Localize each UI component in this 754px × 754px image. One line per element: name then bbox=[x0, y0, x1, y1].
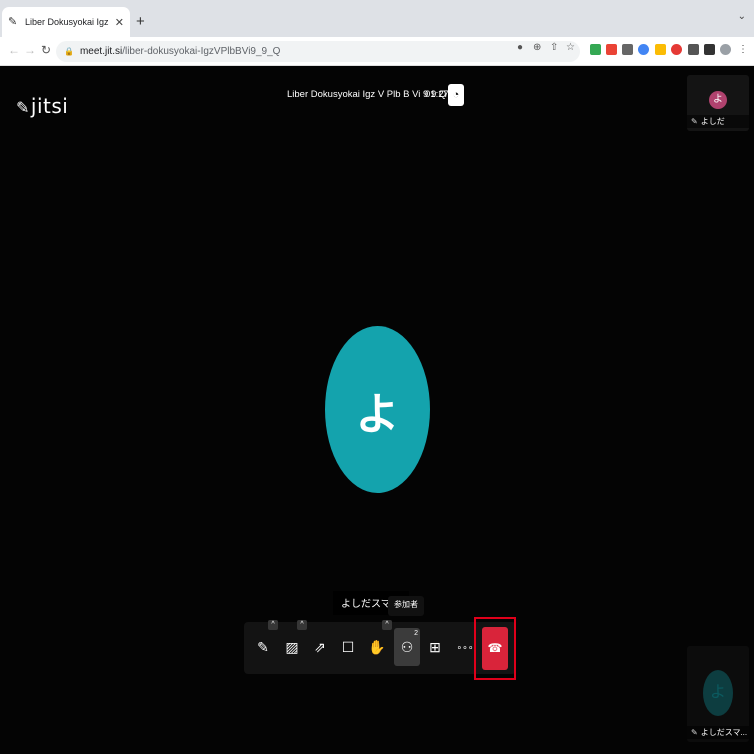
extension-icon[interactable] bbox=[590, 44, 601, 55]
share-icon[interactable]: ⇧ bbox=[550, 42, 558, 53]
extension-icon[interactable] bbox=[622, 44, 633, 55]
participants-button[interactable]: ⚇ 2 bbox=[394, 628, 420, 666]
meeting-timer: 01:27 bbox=[425, 89, 449, 100]
avatar: よ bbox=[709, 91, 727, 109]
new-tab-icon[interactable]: + bbox=[136, 13, 145, 30]
participant-name: よしだスマ... bbox=[700, 728, 748, 737]
extension-icon[interactable] bbox=[606, 44, 617, 55]
install-app-icon[interactable]: ⊕ bbox=[533, 42, 541, 53]
jitsi-logo-icon: ✎ bbox=[16, 98, 30, 117]
participants-tooltip: 参加者 bbox=[388, 596, 424, 616]
leave-meeting-button[interactable]: ☎ bbox=[482, 627, 508, 670]
tile-view-button[interactable]: ⊞ bbox=[422, 628, 448, 666]
forward-arrow-icon[interactable]: → bbox=[24, 43, 36, 57]
mic-muted-icon: ✎ bbox=[691, 728, 698, 737]
chat-icon: ☐ bbox=[341, 639, 355, 655]
tile-view-icon: ⊞ bbox=[429, 639, 441, 655]
profile-avatar[interactable] bbox=[720, 44, 731, 55]
tab-search-chevron-icon[interactable]: ⌄ bbox=[738, 11, 746, 22]
side-panel-icon[interactable] bbox=[704, 44, 715, 55]
chat-button[interactable]: ☐ bbox=[335, 628, 361, 666]
participant-name-label: ✎ よしだ bbox=[687, 115, 749, 128]
more-dots-icon: ∘∘∘ bbox=[456, 642, 474, 652]
extension-icon[interactable] bbox=[655, 44, 666, 55]
main-participant-avatar: よ bbox=[325, 326, 430, 493]
hangup-highlight-box: ☎ bbox=[474, 617, 516, 680]
hangup-phone-icon: ☎ bbox=[487, 641, 503, 655]
participants-icon: ⚇ bbox=[400, 639, 414, 655]
mic-muted-icon: ✎ bbox=[257, 639, 269, 655]
puzzle-extensions-icon[interactable] bbox=[688, 44, 699, 55]
screen-share-icon: ⇗ bbox=[314, 639, 326, 655]
video-settings-chevron-icon[interactable]: ^ bbox=[297, 620, 307, 630]
participants-count-badge: 2 bbox=[414, 630, 418, 637]
extension-icon[interactable] bbox=[671, 44, 682, 55]
screen-share-button[interactable]: ⇗ bbox=[307, 628, 333, 666]
participant-name: よしだ bbox=[700, 117, 725, 126]
bookmark-star-icon[interactable]: ☆ bbox=[566, 42, 575, 53]
logo-text: jitsi bbox=[30, 94, 69, 118]
avatar: よ bbox=[703, 670, 733, 716]
meeting-title: Liber Dokusyokai Igz V Plb B Vi 9 9 Q bbox=[287, 89, 447, 100]
microphone-icon[interactable]: ● bbox=[517, 42, 523, 53]
raise-hand-button[interactable]: ✋ ^ bbox=[364, 620, 392, 666]
participant-thumbnail[interactable]: よ ✎ よしだスマ... bbox=[687, 646, 749, 742]
participant-thumbnail[interactable]: よ ✎ よしだ bbox=[687, 75, 749, 131]
raise-hand-icon: ✋ bbox=[368, 639, 386, 655]
tab-title: Liber Dokusyokai Igz V Plb B Vi 9 9 Q bbox=[25, 17, 111, 27]
connection-quality-icon[interactable]: ◔ bbox=[448, 84, 464, 106]
kebab-menu-icon[interactable]: ⋮ bbox=[738, 44, 749, 55]
address-bar[interactable]: 🔒 meet.jit.si /liber-dokusyokai-IgzVPlbB… bbox=[56, 41, 580, 62]
participant-name-label: ✎ よしだスマ... bbox=[687, 726, 749, 739]
jitsi-logo[interactable]: ✎jitsi bbox=[16, 94, 68, 118]
reload-icon[interactable]: ↻ bbox=[41, 43, 51, 57]
url-host: meet.jit.si bbox=[79, 46, 123, 57]
browser-tab[interactable]: ✎ Liber Dokusyokai Igz V Plb B Vi 9 9 Q … bbox=[2, 7, 130, 37]
lock-icon: 🔒 bbox=[64, 47, 74, 56]
audio-settings-chevron-icon[interactable]: ^ bbox=[268, 620, 278, 630]
extension-icon[interactable] bbox=[638, 44, 649, 55]
back-arrow-icon[interactable]: ← bbox=[8, 43, 20, 57]
tab-close-icon[interactable]: ✕ bbox=[115, 16, 124, 29]
url-path: /liber-dokusyokai-IgzVPlbBVi9_9_Q bbox=[122, 46, 281, 57]
jitsi-favicon-icon: ✎ bbox=[8, 16, 18, 28]
browser-tab-bar: ✎ Liber Dokusyokai Igz V Plb B Vi 9 9 Q … bbox=[0, 0, 754, 37]
reactions-chevron-icon[interactable]: ^ bbox=[382, 620, 392, 630]
camera-toggle-button[interactable]: ▨ ^ bbox=[279, 620, 307, 666]
camera-off-icon: ▨ bbox=[285, 639, 299, 655]
mic-muted-icon: ✎ bbox=[691, 117, 698, 126]
microphone-toggle-button[interactable]: ✎ ^ bbox=[250, 620, 278, 666]
